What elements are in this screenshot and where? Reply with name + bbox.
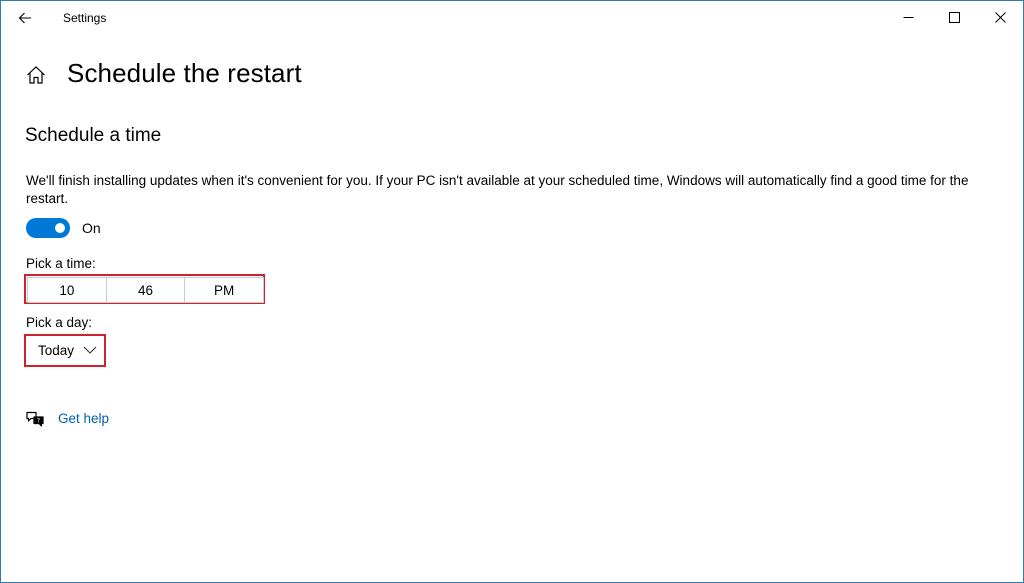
time-minute-segment[interactable]: 46 bbox=[107, 278, 186, 302]
pick-time-label: Pick a time: bbox=[26, 256, 96, 271]
back-arrow-icon bbox=[18, 12, 31, 24]
settings-window: Settings Schedule the restart Schedule a… bbox=[0, 0, 1024, 583]
help-chat-icon: ? bbox=[26, 411, 44, 427]
schedule-toggle[interactable] bbox=[26, 218, 70, 238]
close-button[interactable] bbox=[977, 1, 1023, 33]
day-dropdown-value: Today bbox=[38, 343, 75, 358]
home-icon bbox=[27, 66, 45, 84]
chevron-down-icon bbox=[83, 346, 97, 354]
time-hour-segment[interactable]: 10 bbox=[28, 278, 107, 302]
toggle-knob bbox=[55, 223, 65, 233]
minimize-icon bbox=[903, 16, 913, 18]
back-button[interactable] bbox=[9, 3, 41, 33]
day-dropdown[interactable]: Today bbox=[27, 337, 103, 364]
time-period-segment[interactable]: PM bbox=[185, 278, 263, 302]
close-icon bbox=[994, 11, 1006, 23]
section-description: We'll finish installing updates when it'… bbox=[26, 173, 969, 206]
get-help-link[interactable]: Get help bbox=[58, 411, 109, 426]
maximize-button[interactable] bbox=[931, 1, 977, 33]
title-bar: Settings bbox=[1, 1, 1023, 35]
page-title: Schedule the restart bbox=[67, 58, 302, 88]
pick-day-label: Pick a day: bbox=[26, 315, 93, 330]
maximize-icon bbox=[948, 11, 960, 23]
svg-text:?: ? bbox=[37, 418, 40, 425]
home-button[interactable] bbox=[23, 62, 49, 88]
minimize-button[interactable] bbox=[885, 1, 931, 33]
time-picker[interactable]: 10 46 PM bbox=[27, 277, 264, 303]
app-title: Settings bbox=[63, 11, 107, 25]
toggle-state-label: On bbox=[82, 220, 101, 236]
section-title: Schedule a time bbox=[25, 125, 162, 146]
